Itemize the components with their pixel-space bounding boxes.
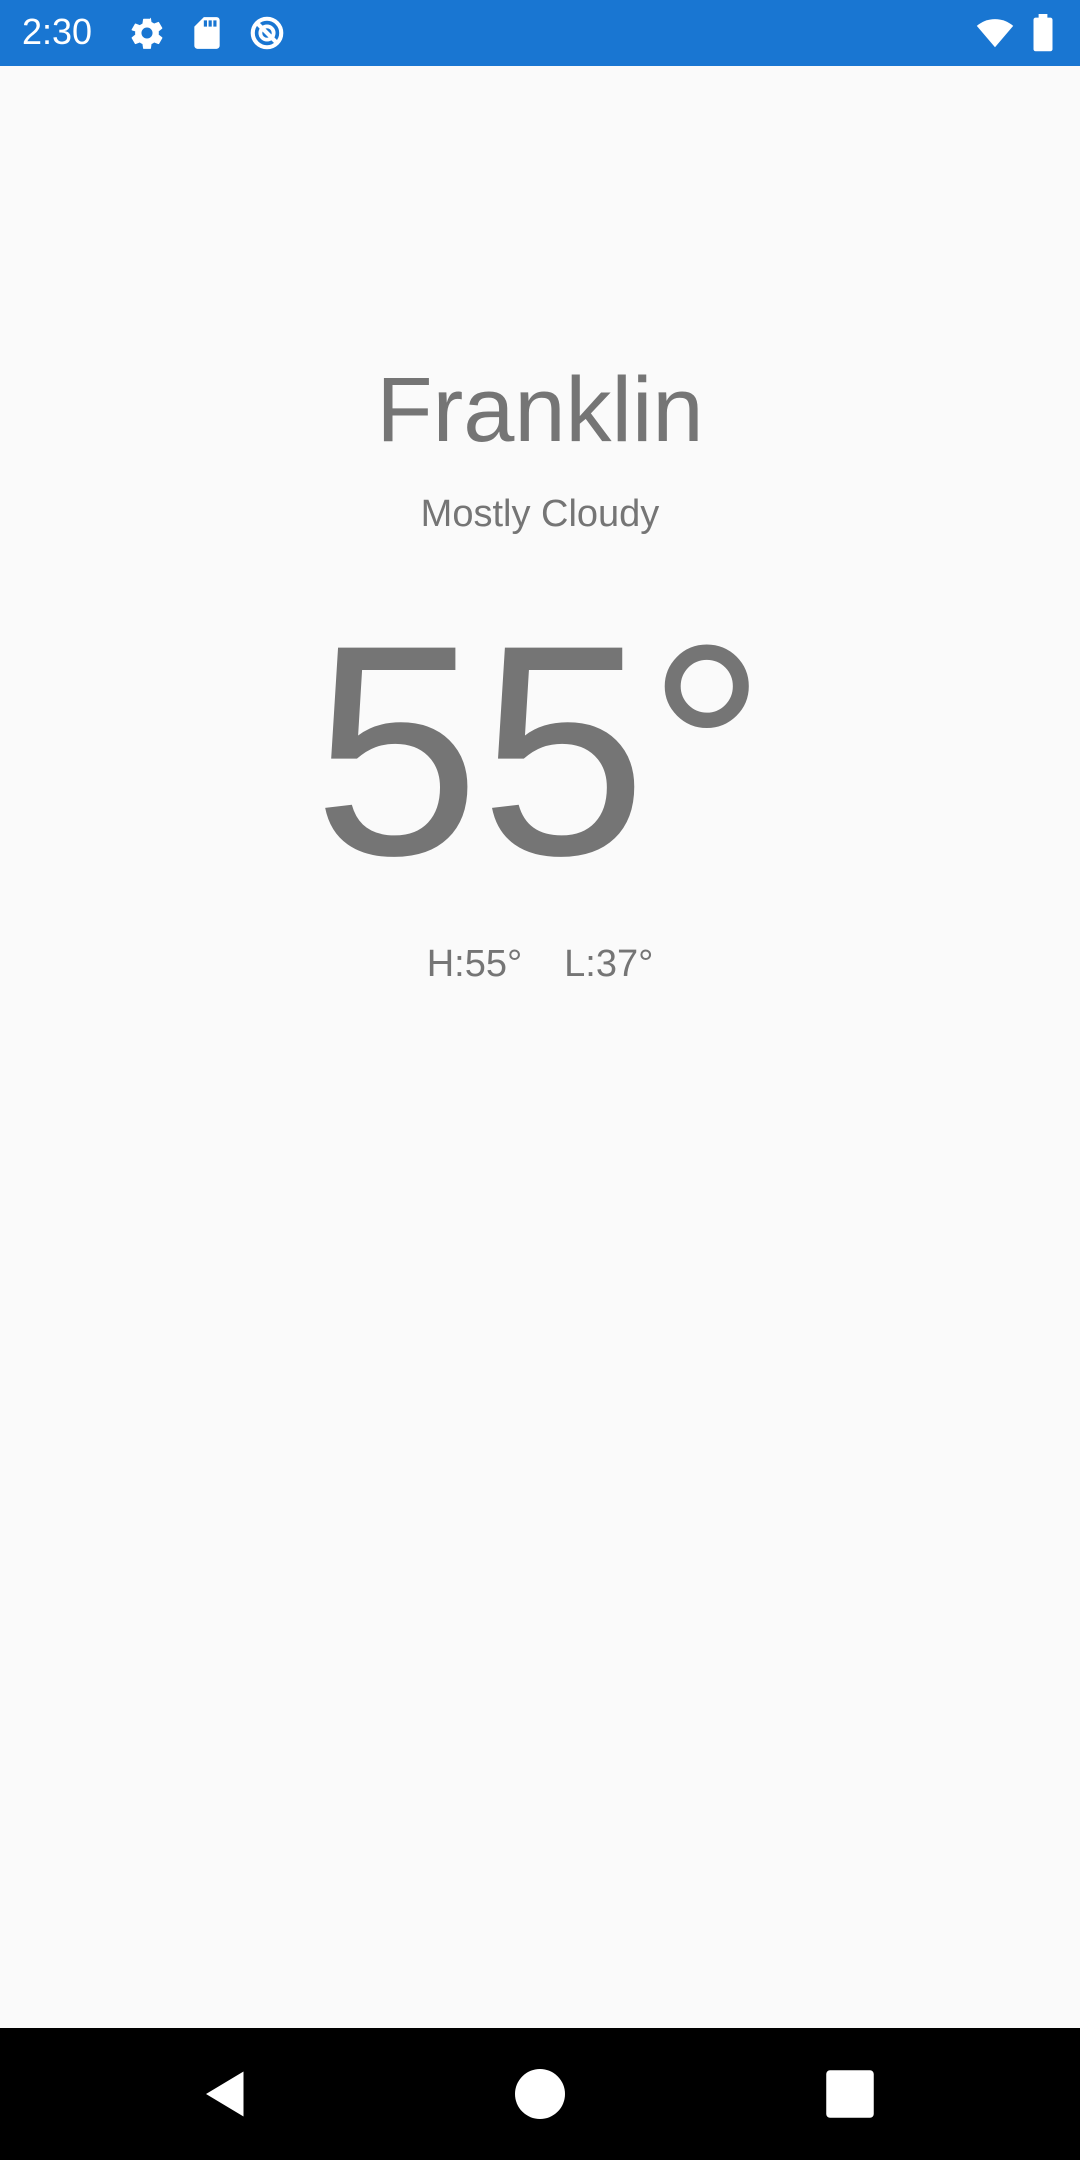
- high-temperature: H:55°: [426, 943, 523, 985]
- navigation-bar: [0, 2028, 1080, 2160]
- status-time: 2:30: [22, 11, 93, 52]
- city-name: Franklin: [376, 359, 704, 461]
- home-icon[interactable]: [510, 2064, 570, 2124]
- weather-screen: 2:30 Franklin Mostly Cloudy 55° H:55° L:…: [0, 0, 1080, 2160]
- weather-condition: Mostly Cloudy: [420, 493, 660, 535]
- gear-icon: [128, 14, 166, 52]
- back-icon[interactable]: [196, 2064, 256, 2124]
- low-temperature: L:37°: [564, 943, 654, 985]
- sd-card-icon: [188, 14, 226, 52]
- current-temperature: 55°: [313, 582, 767, 918]
- status-bar: 2:30: [0, 0, 1080, 66]
- sync-icon: [248, 14, 286, 52]
- wifi-icon: [976, 14, 1014, 52]
- high-low-temperatures: H:55° L:37°: [0, 940, 1080, 988]
- battery-icon: [1028, 14, 1058, 52]
- recents-icon[interactable]: [820, 2064, 880, 2124]
